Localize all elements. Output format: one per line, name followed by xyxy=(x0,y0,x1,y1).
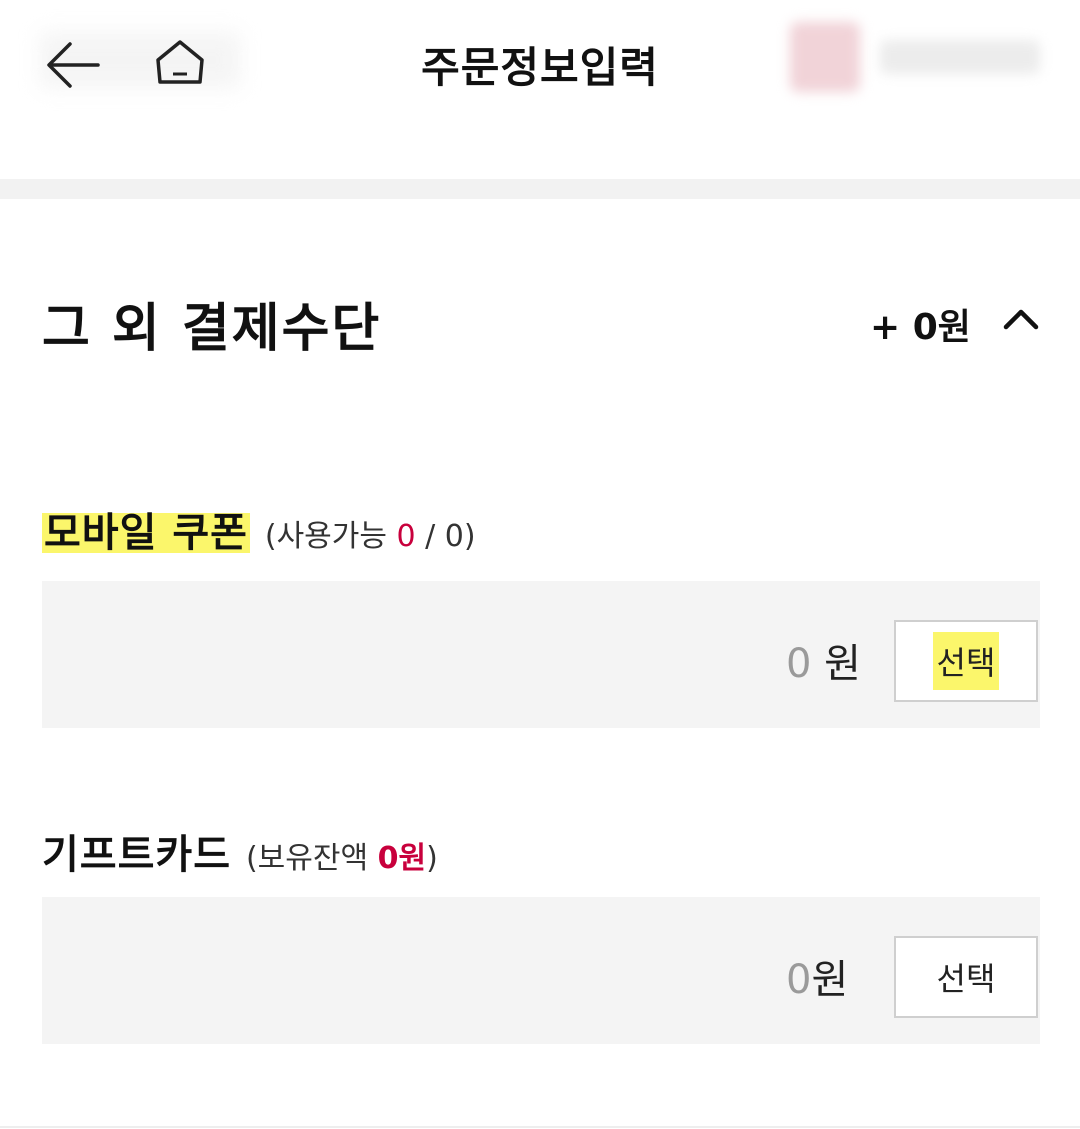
section-total: + 0원 xyxy=(870,307,971,348)
bottom-divider xyxy=(0,1126,1080,1128)
gift-card-amount: 0원 xyxy=(786,947,848,1005)
balance-prefix: (보유잔액 xyxy=(245,841,378,876)
mobile-coupon-availability: (사용가능 0 / 0) xyxy=(265,519,476,554)
gift-card-panel: 0원 xyxy=(42,897,1040,1044)
amount-number: 0 xyxy=(786,957,812,1003)
mobile-coupon-label: 모바일 쿠폰 xyxy=(42,510,250,556)
mobile-coupon-panel: 0 원 xyxy=(42,581,1040,728)
mobile-coupon-heading: 모바일 쿠폰 (사용가능 0 / 0) xyxy=(42,500,476,558)
section-title: 그 외 결제수단 xyxy=(42,299,382,359)
availability-separator: / xyxy=(415,519,445,554)
mobile-coupon-amount: 0 원 xyxy=(786,631,861,689)
gift-card-heading: 기프트카드 (보유잔액 0원) xyxy=(42,822,438,880)
collapse-button[interactable] xyxy=(998,296,1044,342)
gift-card-select-button[interactable]: 선택 xyxy=(894,936,1038,1018)
gift-card-balance-info: (보유잔액 0원) xyxy=(246,841,438,876)
total-count: 0 xyxy=(444,519,464,554)
blurred-region xyxy=(880,40,1040,74)
amount-currency: 원 xyxy=(811,641,861,687)
select-button-label: 선택 xyxy=(932,632,1000,690)
amount-number: 0 xyxy=(786,641,812,687)
select-button-label: 선택 xyxy=(936,960,996,998)
gift-card-balance: 0원 xyxy=(377,841,427,876)
balance-suffix: ) xyxy=(426,841,438,876)
chevron-up-icon xyxy=(1003,309,1039,330)
gift-card-label: 기프트카드 xyxy=(42,832,231,878)
app-header: 주문정보입력 xyxy=(0,0,1080,130)
availability-prefix: (사용가능 xyxy=(264,519,397,554)
available-count: 0 xyxy=(396,519,416,554)
section-divider xyxy=(0,179,1080,199)
amount-currency: 원 xyxy=(811,957,849,1003)
mobile-coupon-select-button[interactable]: 선택 xyxy=(894,620,1038,702)
blurred-region xyxy=(790,22,860,92)
availability-suffix: ) xyxy=(463,519,476,554)
